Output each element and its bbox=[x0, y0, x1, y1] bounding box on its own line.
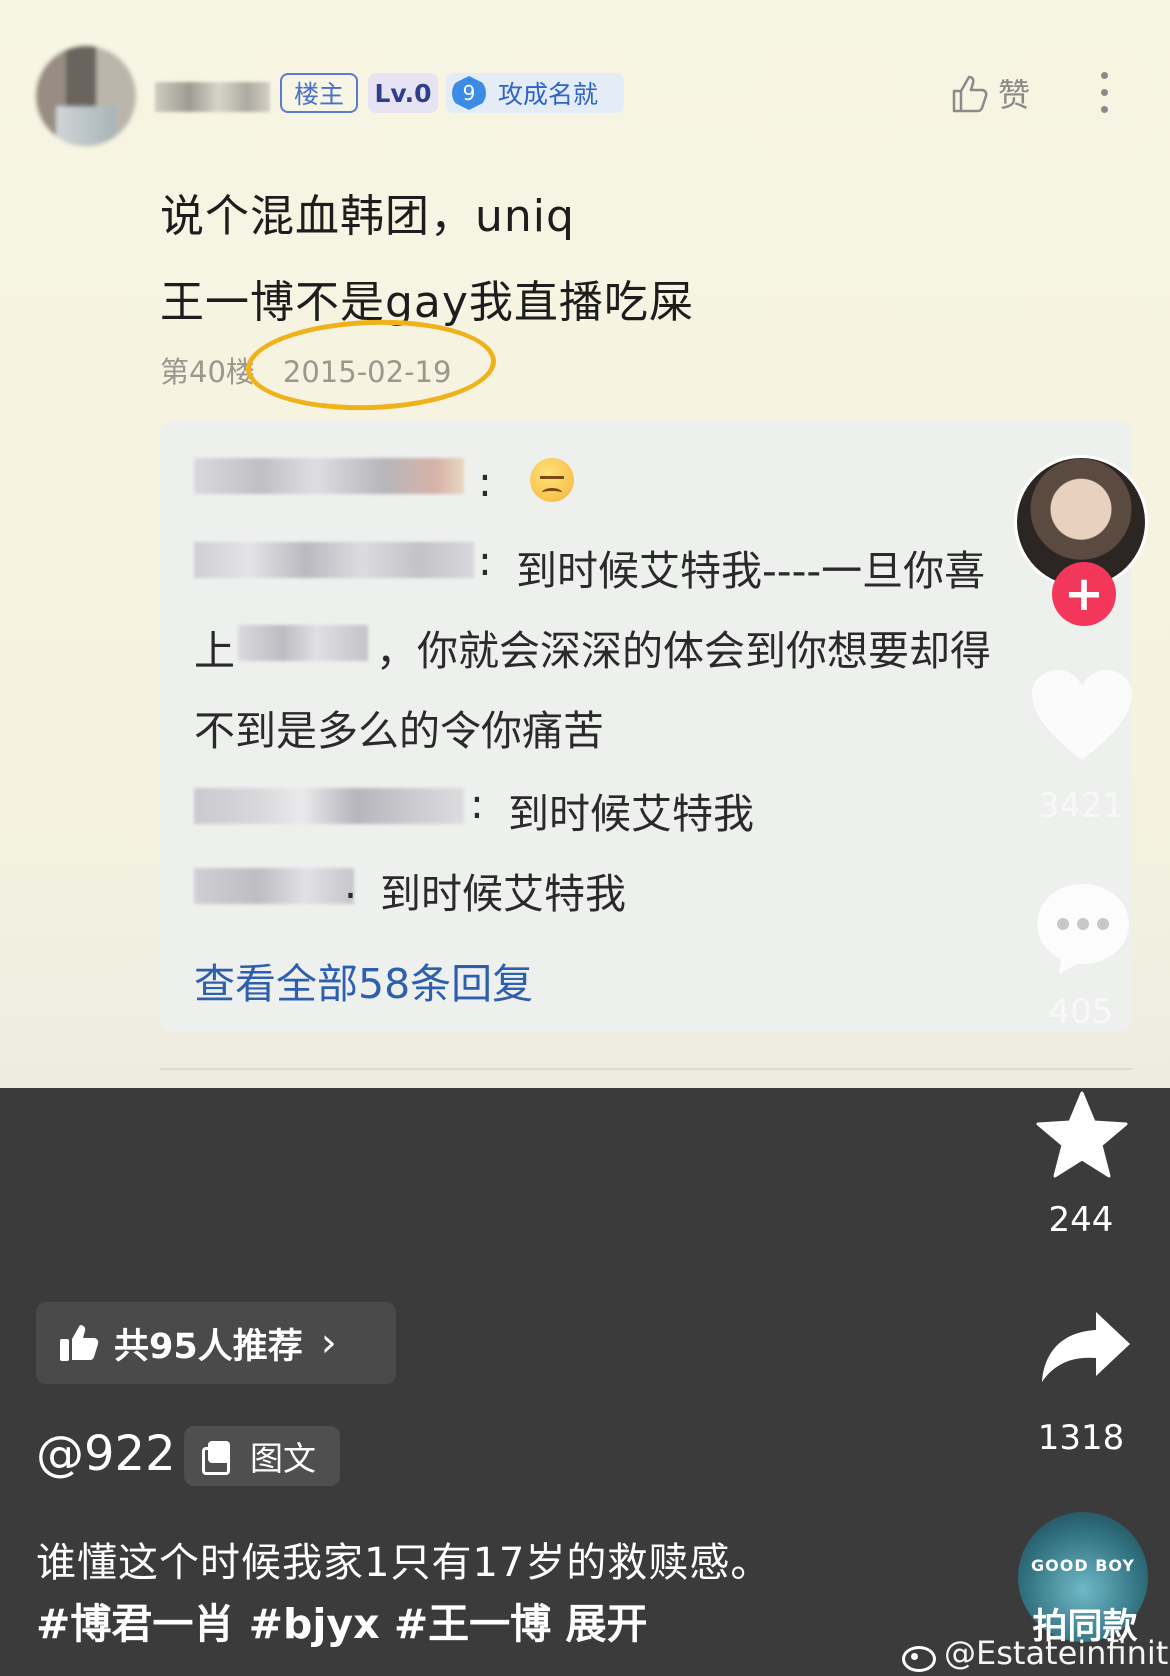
weibo-watermark: @Estateinfinita bbox=[900, 1634, 1170, 1672]
post-text-line-2: 王一博不是gay我直播吃屎 bbox=[160, 277, 694, 328]
reply-1-name-redacted bbox=[194, 458, 464, 494]
reply-2-colon: : bbox=[478, 537, 492, 585]
reply-4-name-redacted bbox=[194, 868, 354, 904]
reply-3-text: 到时候艾特我 bbox=[508, 790, 754, 838]
screenshot: 楼主 Lv.0 9 攻成名就 赞 说个混血韩团，uniq 王一博不是gay我直播… bbox=[0, 0, 1170, 1676]
like-label: 赞 bbox=[998, 76, 1031, 114]
reply-3-name-redacted bbox=[194, 788, 464, 824]
video-caption: 谁懂这个时候我家1只有17岁的救赎感。 bbox=[36, 1540, 772, 1586]
author-handle[interactable]: @922 bbox=[36, 1426, 176, 1482]
watermark-text: @Estateinfinita bbox=[944, 1634, 1170, 1672]
floor-number: 第40楼 bbox=[160, 355, 255, 389]
level-badge: Lv.0 bbox=[368, 73, 438, 113]
reply-2-text-cont-start: 上 bbox=[194, 627, 235, 675]
reply-2-text: 到时候艾特我----一旦你喜 bbox=[516, 547, 986, 595]
favorites-count: 244 bbox=[1048, 1200, 1114, 1240]
weibo-logo-icon bbox=[900, 1638, 936, 1672]
star-favorite-icon[interactable] bbox=[1035, 1090, 1129, 1180]
reply-2-text-cont-2: 不到是多么的令你痛苦 bbox=[194, 707, 604, 755]
comment-bubble-icon[interactable] bbox=[1033, 880, 1133, 976]
host-badge: 楼主 bbox=[280, 73, 358, 113]
poster-name-redacted bbox=[155, 82, 270, 112]
share-arrow-icon[interactable] bbox=[1038, 1308, 1132, 1386]
poster-avatar[interactable] bbox=[36, 46, 136, 146]
date-highlight-circle bbox=[244, 315, 498, 415]
reply-2-text-cont-end: ，你就会深深的体会到你想要却得 bbox=[376, 627, 991, 675]
content-type-label: 图文 bbox=[250, 1439, 316, 1478]
recommend-label: 共95人推荐 bbox=[114, 1326, 303, 1367]
reply-2-name-redacted bbox=[194, 542, 474, 578]
sad-face-emoji-icon bbox=[530, 458, 574, 502]
reply-1-colon: : bbox=[478, 458, 492, 506]
view-all-replies-link[interactable]: 查看全部58条回复 bbox=[194, 950, 533, 1010]
thumbs-up-filled-icon bbox=[60, 1325, 99, 1361]
image-text-icon bbox=[202, 1441, 232, 1475]
recommend-pill[interactable]: 共95人推荐 › bbox=[36, 1302, 396, 1384]
thumbs-up-icon bbox=[952, 75, 988, 113]
more-options-icon[interactable] bbox=[1098, 72, 1110, 122]
post-text-line-1: 说个混血韩团，uniq bbox=[160, 191, 575, 242]
reply-4-text: 到时候艾特我 bbox=[380, 870, 626, 918]
follow-plus-button[interactable]: + bbox=[1052, 562, 1116, 626]
chevron-right-icon: › bbox=[320, 1320, 337, 1366]
heart-icon[interactable] bbox=[1030, 668, 1134, 764]
rank-badge: 9 攻成名就 bbox=[446, 73, 624, 113]
rank-number: 9 bbox=[452, 76, 486, 110]
hashtags[interactable]: #博君一肖 #bjyx #王一博 展开 bbox=[36, 1590, 647, 1650]
post-card: 楼主 Lv.0 9 攻成名就 赞 说个混血韩团，uniq 王一博不是gay我直播… bbox=[0, 0, 1170, 1088]
reply-3-colon: : bbox=[470, 780, 484, 828]
rank-name: 攻成名就 bbox=[498, 80, 599, 109]
shares-count: 1318 bbox=[1037, 1418, 1125, 1458]
reply-4-colon: . bbox=[344, 860, 358, 908]
comments-count: 405 bbox=[1048, 992, 1114, 1032]
music-disc-art-text: GOOD BOY bbox=[1031, 1556, 1135, 1575]
reply-2-mention-redacted bbox=[238, 625, 368, 661]
divider bbox=[160, 1068, 1132, 1070]
likes-count: 3421 bbox=[1037, 786, 1125, 826]
like-button[interactable]: 赞 bbox=[948, 70, 1030, 116]
content-type-tag: 图文 bbox=[184, 1426, 340, 1486]
